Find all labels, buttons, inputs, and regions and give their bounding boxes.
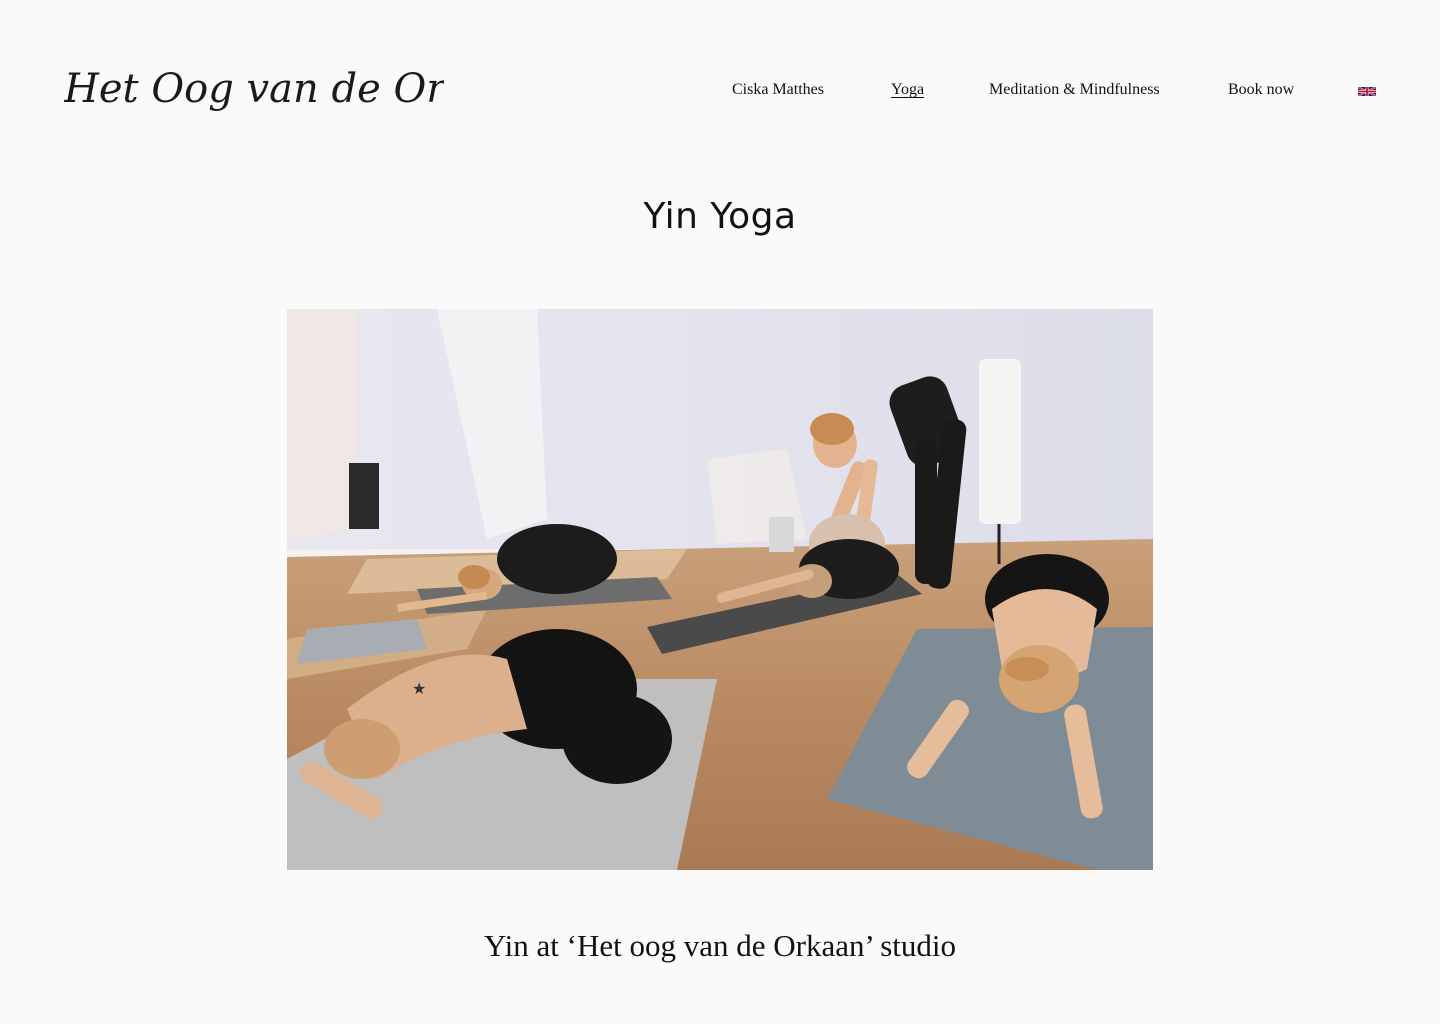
main-nav: Ciska Matthes Yoga Meditation & Mindfuln… bbox=[0, 78, 1440, 102]
uk-flag-icon[interactable] bbox=[1358, 87, 1376, 96]
yoga-class-photo: ★ bbox=[287, 309, 1153, 870]
hero-image: ★ bbox=[287, 309, 1153, 870]
svg-text:★: ★ bbox=[412, 679, 426, 698]
page-title: Yin Yoga bbox=[643, 196, 797, 237]
nav-item-meditation-mindfulness[interactable]: Meditation & Mindfulness bbox=[989, 78, 1160, 102]
nav-item-yoga[interactable]: Yoga bbox=[891, 78, 924, 102]
hero-caption: Yin at ‘Het oog van de Orkaan’ studio bbox=[483, 928, 957, 963]
nav-item-book-now[interactable]: Book now bbox=[1228, 78, 1294, 102]
nav-item-ciska-matthes[interactable]: Ciska Matthes bbox=[732, 78, 824, 102]
